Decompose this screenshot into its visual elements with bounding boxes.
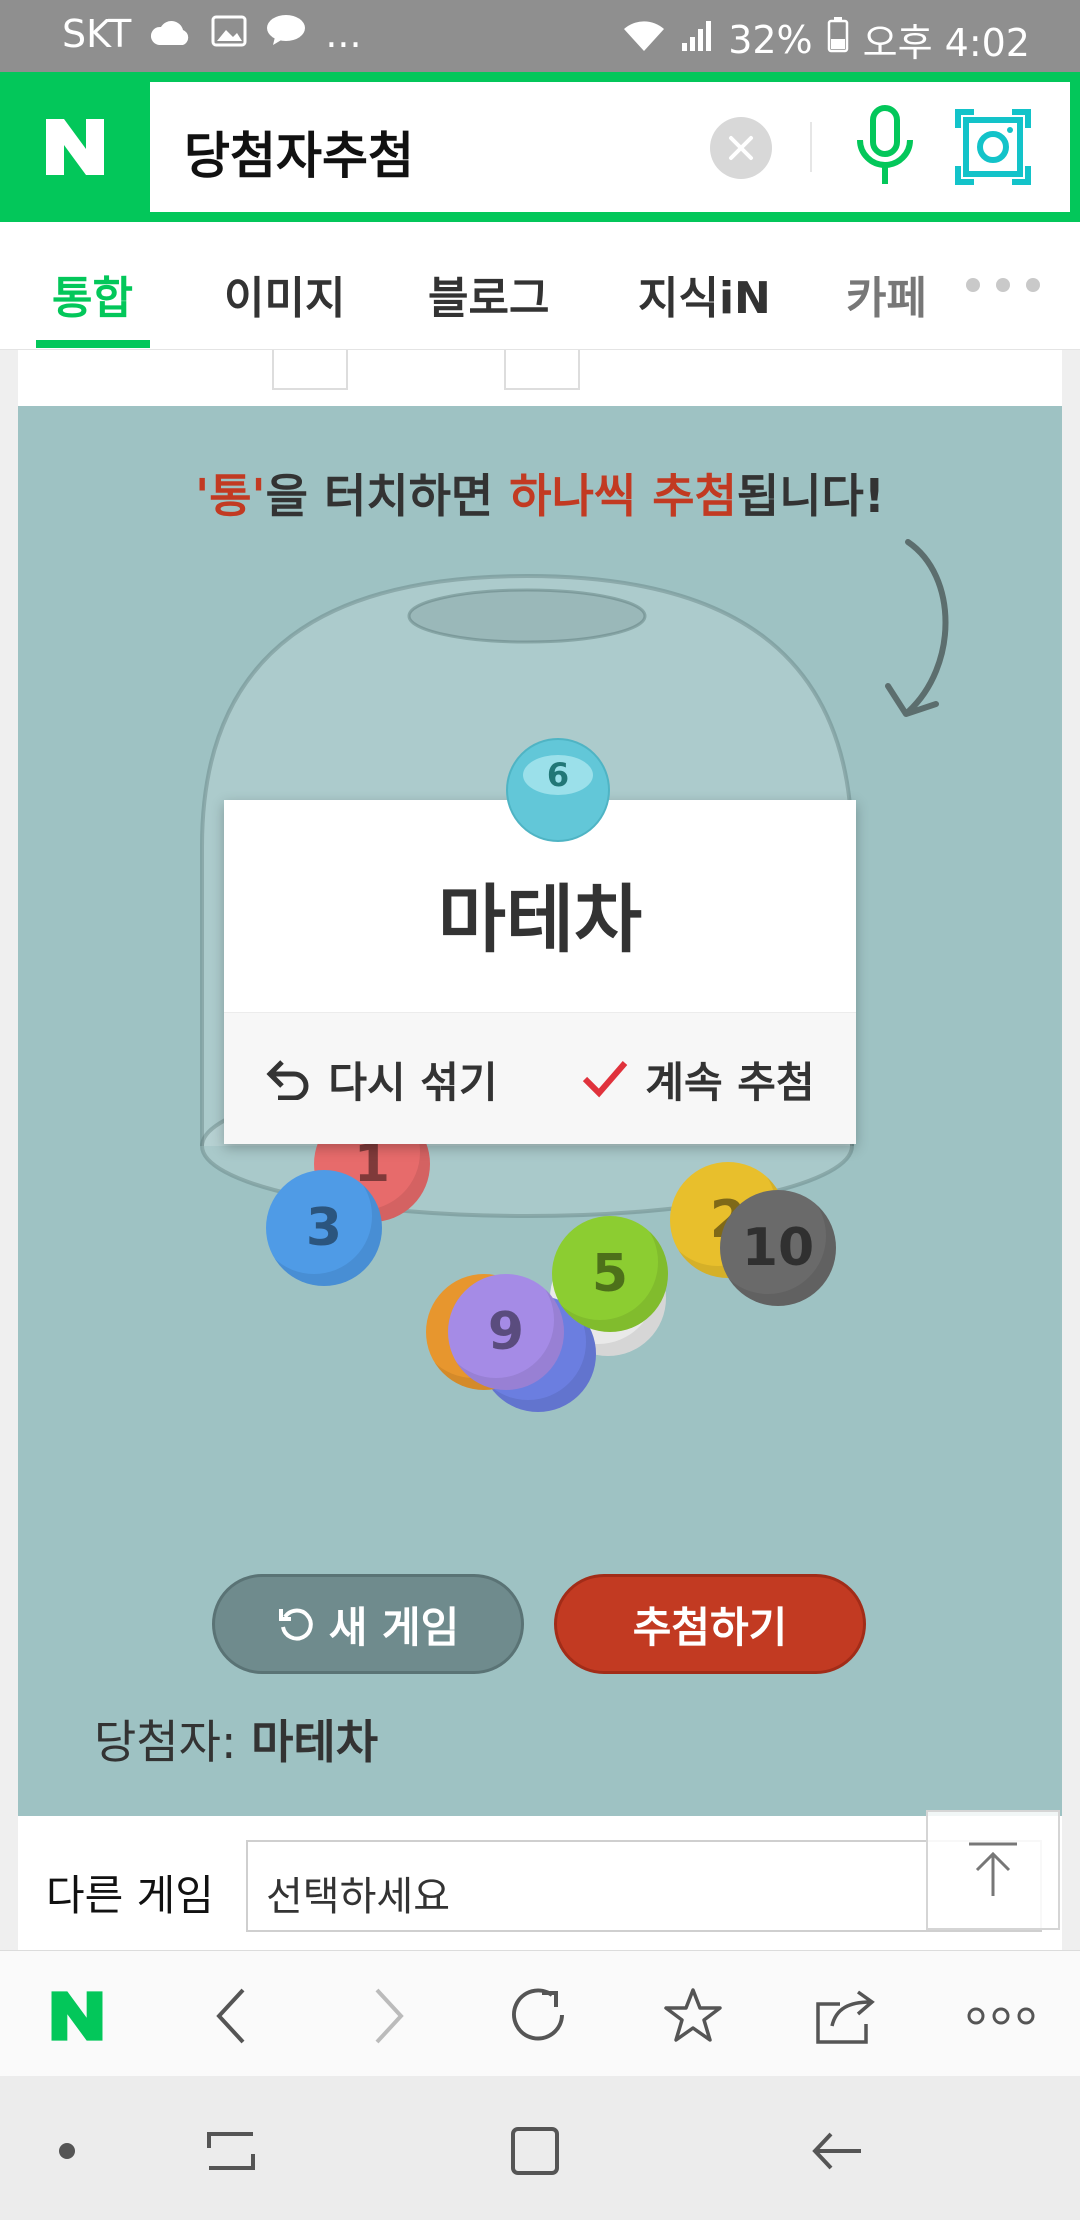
naver-logo-icon <box>51 1991 103 2041</box>
notification-overflow: ... <box>325 12 362 56</box>
nav-dot-button[interactable] <box>32 2116 102 2186</box>
winner-display: 당첨자: 마테차 <box>94 1715 379 1769</box>
plus-button[interactable] <box>504 350 580 390</box>
scroll-to-top-button[interactable] <box>926 1810 1060 1930</box>
naver-logo[interactable] <box>0 72 150 222</box>
recent-apps-button[interactable] <box>196 2116 266 2186</box>
tab-knowledge[interactable]: 지식iN <box>638 262 771 326</box>
bookmark-button[interactable] <box>658 1981 728 2051</box>
gallery-icon <box>211 12 247 56</box>
lottery-ball: 5 <box>552 1216 668 1332</box>
drawn-name: 마테차 <box>437 877 643 963</box>
voice-search-button[interactable] <box>850 104 920 194</box>
image-search-button[interactable] <box>954 108 1032 190</box>
back-nav-button[interactable] <box>802 2116 872 2186</box>
more-dots-icon <box>967 2007 1035 2025</box>
tab-integrated[interactable]: 통합 <box>52 262 133 326</box>
search-query[interactable]: 당첨자추첨 <box>184 116 414 188</box>
undo-icon <box>266 1060 309 1100</box>
microphone-icon <box>857 105 913 184</box>
reload-button[interactable] <box>504 1981 574 2051</box>
signal-icon <box>680 18 714 62</box>
close-icon <box>729 136 753 160</box>
clear-button[interactable] <box>710 117 772 179</box>
chevron-right-icon <box>375 1988 404 2044</box>
popup-actions: 다시 섞기 계속 추첨 <box>224 1012 856 1144</box>
home-nav-button[interactable] <box>500 2116 570 2186</box>
star-icon <box>664 1988 722 2042</box>
draw-button[interactable]: 추첨하기 <box>554 1574 866 1674</box>
refresh-icon <box>278 1608 313 1641</box>
talk-icon <box>265 12 307 56</box>
reshuffle-button[interactable]: 다시 섞기 <box>224 1013 540 1145</box>
minus-button[interactable] <box>272 350 348 390</box>
page-content: '통'을 터치하면 하나씩 추첨됩니다! 1 3 2 10 8 5 9 6 <box>0 350 1080 1950</box>
game-select[interactable]: 선택하세요 <box>246 1840 1042 1932</box>
share-button[interactable] <box>812 1981 882 2051</box>
lottery-ball: 10 <box>720 1190 836 1306</box>
lens-icon <box>955 109 1031 185</box>
more-menu-button[interactable] <box>966 1981 1036 2051</box>
result-popup: 6 마테차 다시 섞기 계속 추첨 <box>224 738 856 1144</box>
reload-icon <box>512 1988 564 2041</box>
other-game-row: 다른 게임 선택하세요 <box>18 1816 1062 1950</box>
continue-draw-button[interactable]: 계속 추첨 <box>540 1013 856 1145</box>
share-icon <box>816 1990 875 2044</box>
home-button[interactable] <box>42 1981 112 2051</box>
check-icon <box>583 1061 628 1098</box>
status-bar: SKT ... 32% 오후 4:02 <box>0 0 1080 72</box>
new-game-button[interactable]: 새 게임 <box>212 1574 524 1674</box>
system-navigation-bar <box>0 2076 1080 2220</box>
active-tab-indicator <box>36 340 150 348</box>
instruction-text: '통'을 터치하면 하나씩 추첨됩니다! <box>195 469 885 523</box>
arrow-up-icon <box>969 1842 1017 1896</box>
battery-percent: 32% <box>728 17 813 62</box>
carrier-label: SKT <box>62 12 132 56</box>
search-header: 당첨자추첨 <box>0 72 1080 222</box>
clock: 오후 4:02 <box>862 21 1030 65</box>
lottery-ball: 3 <box>266 1170 382 1286</box>
battery-icon <box>827 17 849 62</box>
tab-blog[interactable]: 블로그 <box>428 262 549 326</box>
back-arrow-icon <box>812 2132 861 2170</box>
lottery-ball: 9 <box>448 1274 564 1390</box>
search-tabs: 통합 이미지 블로그 지식iN 카페 <box>0 222 1080 350</box>
tab-cafe[interactable]: 카페 <box>846 262 926 326</box>
forward-button[interactable] <box>354 1981 424 2051</box>
browser-toolbar <box>0 1950 1080 2076</box>
more-tabs-button[interactable] <box>966 278 1040 292</box>
recent-apps-icon <box>207 2132 255 2170</box>
other-game-label: 다른 게임 <box>46 1871 214 1920</box>
tab-images[interactable]: 이미지 <box>224 262 345 326</box>
chevron-left-icon <box>216 1988 245 2044</box>
search-input[interactable]: 당첨자추첨 <box>150 82 1070 212</box>
back-button[interactable] <box>196 1981 266 2051</box>
cloud-icon <box>149 12 193 56</box>
home-square-icon <box>511 2127 559 2175</box>
dot-icon <box>59 2143 75 2159</box>
lottery-game: '통'을 터치하면 하나씩 추첨됩니다! 1 3 2 10 8 5 9 6 <box>18 406 1062 1816</box>
partial-settings-row <box>18 350 1062 406</box>
wifi-icon <box>622 18 666 62</box>
drawn-ball: 6 <box>506 738 610 842</box>
divider <box>810 122 812 172</box>
